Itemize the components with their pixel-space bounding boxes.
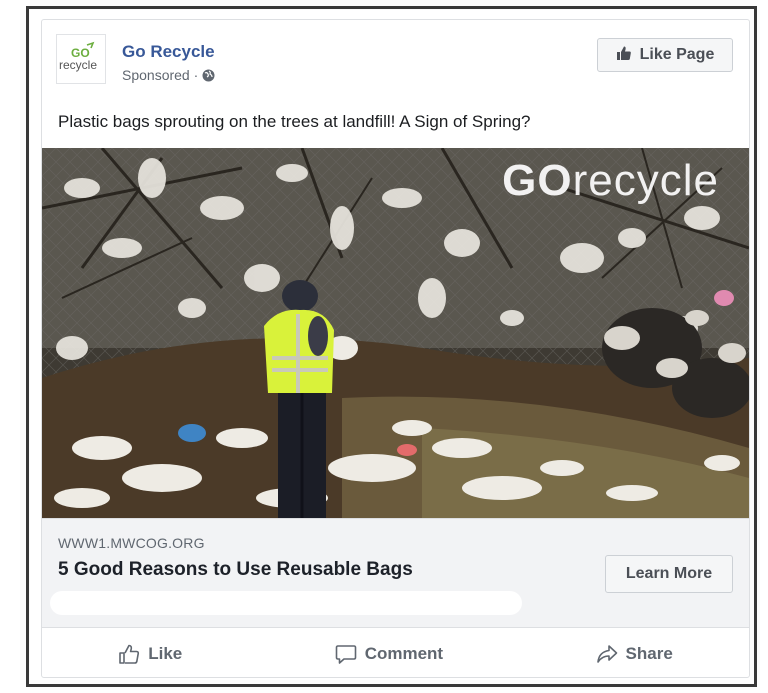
link-preview[interactable]: WWW1.MWCOG.ORG 5 Good Reasons to Use Reu… bbox=[42, 518, 749, 628]
sponsored-post-card: GO recycle Go Recycle Sponsored · Like P… bbox=[41, 19, 750, 678]
comment-bubble-icon bbox=[335, 643, 357, 665]
share-label: Share bbox=[625, 644, 673, 663]
thumbs-up-outline-icon bbox=[118, 643, 140, 665]
page-logo[interactable]: GO recycle bbox=[56, 34, 106, 84]
watermark-recycle: recycle bbox=[572, 156, 719, 205]
like-page-label: Like Page bbox=[639, 46, 715, 63]
link-headline[interactable]: 5 Good Reasons to Use Reusable Bags bbox=[58, 559, 413, 581]
sponsored-label: Sponsored · bbox=[122, 67, 215, 83]
learn-more-button[interactable]: Learn More bbox=[605, 555, 733, 593]
post-actions: Like Comment Share bbox=[42, 630, 749, 677]
like-label: Like bbox=[148, 644, 183, 663]
share-button[interactable]: Share bbox=[556, 637, 713, 671]
go-recycle-watermark: GOrecycle bbox=[502, 156, 719, 206]
like-page-button[interactable]: Like Page bbox=[597, 38, 733, 72]
link-description-placeholder bbox=[50, 591, 522, 615]
logo-text-bottom: recycle bbox=[59, 58, 97, 72]
screenshot-frame: GO recycle Go Recycle Sponsored · Like P… bbox=[26, 6, 757, 687]
sponsored-text: Sponsored · bbox=[122, 67, 199, 83]
watermark-go: GO bbox=[502, 156, 573, 205]
post-message: Plastic bags sprouting on the trees at l… bbox=[58, 112, 531, 131]
post-image[interactable]: GOrecycle bbox=[42, 148, 749, 518]
link-domain: WWW1.MWCOG.ORG bbox=[58, 535, 205, 551]
thumbs-up-icon bbox=[616, 45, 632, 66]
post-header: GO recycle Go Recycle Sponsored · Like P… bbox=[42, 20, 749, 100]
comment-button[interactable]: Comment bbox=[295, 637, 483, 671]
comment-label: Comment bbox=[364, 644, 444, 663]
globe-icon bbox=[202, 69, 215, 82]
page-name-link[interactable]: Go Recycle bbox=[122, 42, 215, 62]
share-arrow-icon bbox=[596, 643, 618, 665]
like-button[interactable]: Like bbox=[78, 637, 222, 671]
